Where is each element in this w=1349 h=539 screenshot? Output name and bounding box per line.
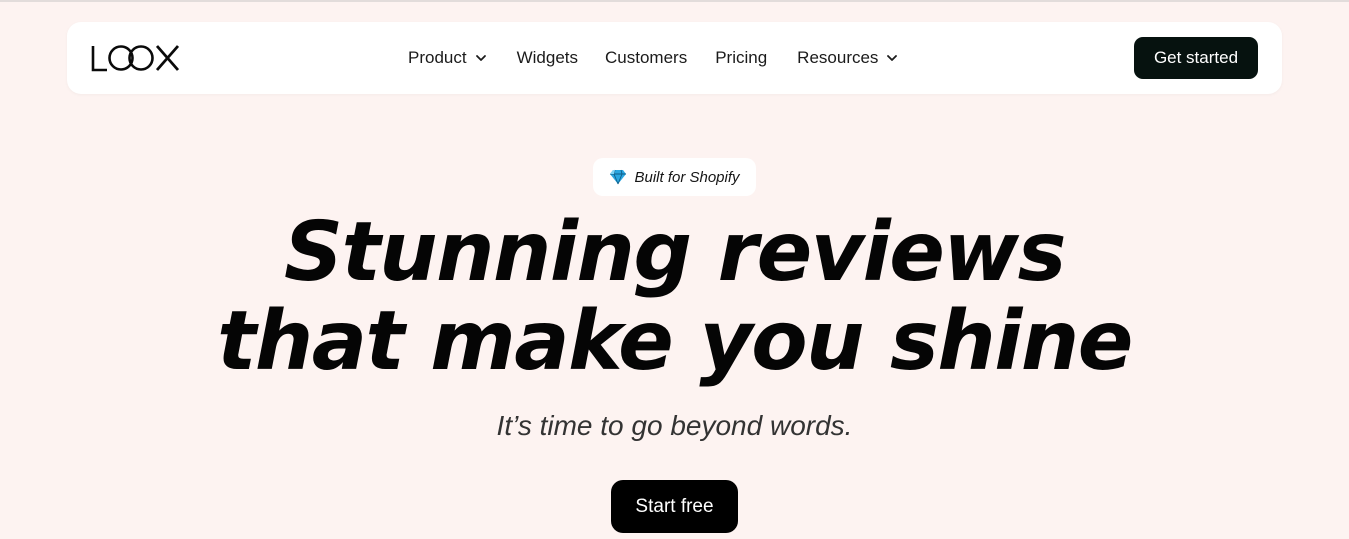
page-top-border <box>0 0 1349 2</box>
start-free-button[interactable]: Start free <box>611 480 738 533</box>
nav-item-widgets[interactable]: Widgets <box>517 48 578 68</box>
loox-logo <box>91 45 180 72</box>
nav-item-label: Product <box>408 48 467 67</box>
get-started-button[interactable]: Get started <box>1134 37 1258 79</box>
nav-item-pricing[interactable]: Pricing <box>715 48 767 68</box>
nav-item-label: Resources <box>797 48 879 67</box>
nav-item-label: Customers <box>605 48 688 67</box>
nav-item-label: Widgets <box>516 48 579 67</box>
hero-headline-line-2: that make you shine <box>217 294 1133 389</box>
brand-logo[interactable] <box>91 44 181 72</box>
nav-item-product[interactable]: Product <box>408 48 487 68</box>
nav-item-label: Pricing <box>715 48 768 67</box>
hero-headline: Stunning reviews that make you shine <box>0 208 1349 386</box>
nav-item-resources[interactable]: Resources <box>797 48 898 68</box>
nav-item-customers[interactable]: Customers <box>605 48 687 68</box>
chevron-down-icon <box>887 55 898 61</box>
badge-label: Built for Shopify <box>634 168 740 186</box>
hero-headline-line-1: Stunning reviews <box>284 205 1066 300</box>
hero-subheadline: It’s time to go beyond words. <box>496 410 853 441</box>
chevron-down-icon <box>475 55 486 61</box>
built-for-shopify-badge: Built for Shopify <box>593 158 756 196</box>
primary-nav: Product Widgets Customers Pricing Resour… <box>408 22 898 94</box>
diamond-gem-icon <box>610 169 627 185</box>
navbar: Product Widgets Customers Pricing Resour… <box>67 22 1282 94</box>
